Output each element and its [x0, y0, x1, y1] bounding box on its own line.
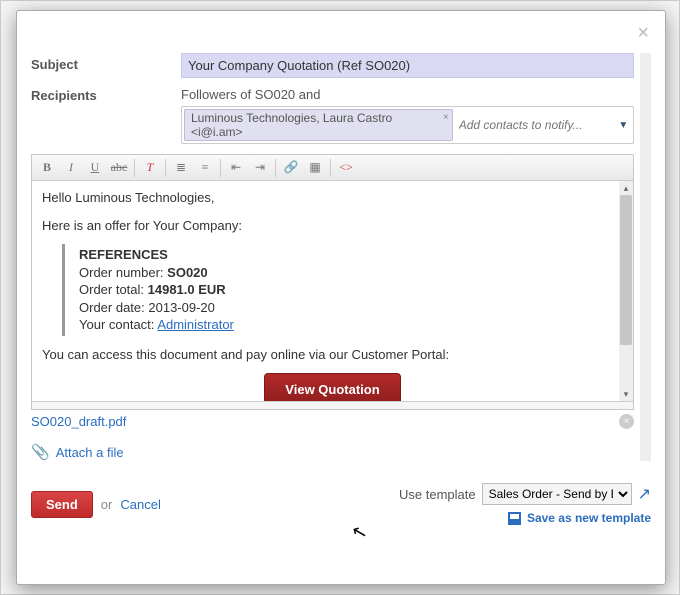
view-quotation-button[interactable]: View Quotation — [264, 373, 400, 401]
rich-text-editor: B I U abc T ≣ ≡ ⇤ ⇥ 🔗 ▦ <> Hello — [31, 154, 634, 410]
paperclip-icon: 📎 — [31, 443, 50, 461]
close-icon[interactable]: × — [637, 23, 649, 43]
attachment-row: SO020_draft.pdf × — [31, 414, 634, 429]
use-template-label: Use template — [399, 487, 476, 502]
indent-button[interactable]: ⇥ — [249, 158, 271, 178]
subject-input[interactable] — [181, 53, 634, 78]
image-button[interactable]: ▦ — [304, 158, 326, 178]
or-text: or — [101, 497, 113, 512]
outdent-button[interactable]: ⇤ — [225, 158, 247, 178]
modal-body: Subject Recipients Followers of SO020 an… — [31, 53, 651, 461]
cancel-button[interactable]: Cancel — [120, 497, 160, 512]
body-intro: Here is an offer for Your Company: — [42, 217, 623, 235]
ul-button[interactable]: ≣ — [170, 158, 192, 178]
add-recipient-input[interactable] — [453, 118, 616, 132]
subject-label: Subject — [31, 53, 181, 72]
template-select[interactable]: Sales Order - Send by Email — [482, 483, 632, 505]
link-button[interactable]: 🔗 — [280, 158, 302, 178]
modal-footer: Send or Cancel Use template Sales Order … — [31, 483, 651, 525]
bold-button[interactable]: B — [36, 158, 58, 178]
body-greeting: Hello Luminous Technologies, — [42, 189, 623, 207]
portal-line: You can access this document and pay onl… — [42, 346, 623, 364]
recipient-tag-text: Luminous Technologies, Laura Castro <i@i… — [191, 111, 392, 139]
save-icon — [508, 512, 521, 525]
followers-text: Followers of SO020 and — [181, 84, 634, 106]
clear-format-button[interactable]: T — [139, 158, 161, 178]
recipients-row: Recipients Followers of SO020 and Lumino… — [31, 84, 634, 144]
remove-attachment-icon[interactable]: × — [619, 414, 634, 429]
remove-recipient-icon[interactable]: × — [443, 112, 449, 123]
strike-button[interactable]: abc — [108, 158, 130, 178]
order-total-label: Order total: — [79, 282, 148, 297]
attach-file-label: Attach a file — [56, 445, 124, 460]
recipients-input[interactable]: Luminous Technologies, Laura Castro <i@i… — [181, 106, 634, 144]
editor-scrollbar[interactable]: ▴ ▾ — [619, 181, 633, 401]
compose-email-modal: × Subject Recipients Followers of SO020 … — [16, 10, 666, 585]
send-button[interactable]: Send — [31, 491, 93, 518]
ol-button[interactable]: ≡ — [194, 158, 216, 178]
order-date-label: Order date: — [79, 300, 148, 315]
order-number-label: Order number: — [79, 265, 167, 280]
order-number: SO020 — [167, 265, 207, 280]
underline-button[interactable]: U — [84, 158, 106, 178]
editor-toolbar: B I U abc T ≣ ≡ ⇤ ⇥ 🔗 ▦ <> — [32, 155, 633, 181]
scroll-down-icon[interactable]: ▾ — [619, 387, 633, 401]
recipients-label: Recipients — [31, 84, 181, 103]
editor-body[interactable]: Hello Luminous Technologies, Here is an … — [32, 181, 633, 401]
attach-file-button[interactable]: 📎 Attach a file — [31, 443, 634, 461]
recipient-tag: Luminous Technologies, Laura Castro <i@i… — [184, 109, 453, 141]
references-heading: REFERENCES — [79, 246, 623, 264]
source-button[interactable]: <> — [335, 158, 357, 178]
order-date: 2013-09-20 — [148, 300, 215, 315]
contact-label: Your contact: — [79, 317, 157, 332]
contact-link[interactable]: Administrator — [157, 317, 234, 332]
subject-row: Subject — [31, 53, 634, 78]
editor-resize-handle[interactable] — [32, 401, 633, 409]
references-block: REFERENCES Order number: SO020 Order tot… — [62, 244, 623, 336]
editor-scroll-thumb[interactable] — [620, 195, 632, 345]
modal-scrollbar[interactable] — [640, 53, 651, 461]
attachment-name[interactable]: SO020_draft.pdf — [31, 414, 126, 429]
scroll-up-icon[interactable]: ▴ — [619, 181, 633, 195]
save-template-label: Save as new template — [527, 511, 651, 525]
order-total: 14981.0 EUR — [148, 282, 226, 297]
open-external-icon[interactable]: ↗ — [638, 484, 651, 504]
save-template-button[interactable]: Save as new template — [508, 511, 651, 525]
italic-button[interactable]: I — [60, 158, 82, 178]
recipient-dropdown-icon[interactable]: ▼ — [616, 120, 631, 131]
